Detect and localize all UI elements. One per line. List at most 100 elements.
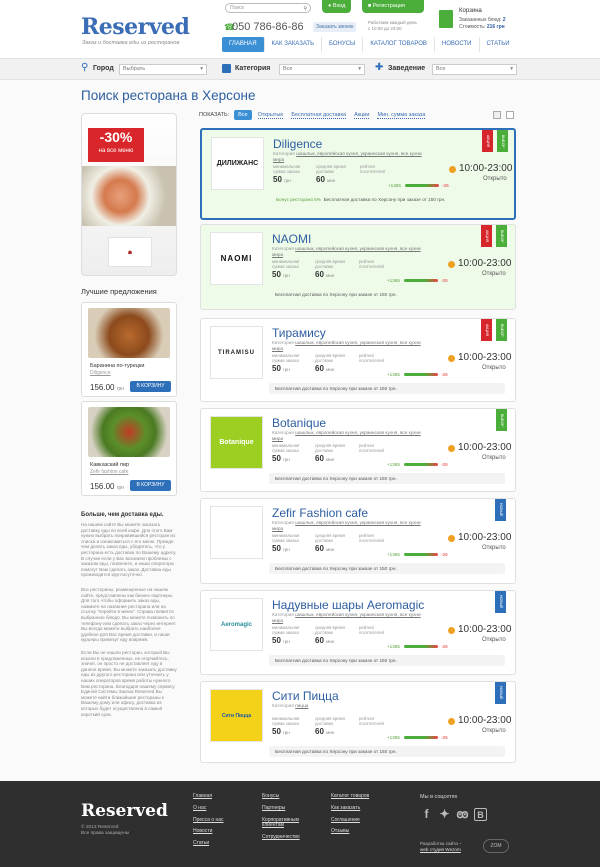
footer-link-bonuses[interactable]: Бонусы — [262, 793, 320, 800]
article-title: Больше, чем доставка еды. — [81, 512, 164, 518]
categories-value[interactable]: шашлык, европейская кухня, украинская ку… — [272, 430, 421, 441]
category-value: Все — [283, 66, 293, 72]
open-status: Открыто — [483, 176, 507, 182]
min-sum-label: минимальная сумма заказа — [273, 164, 300, 175]
nav-catalog[interactable]: КАТАЛОГ ТОВАРОВ — [363, 37, 435, 52]
facebook-icon[interactable]: f — [420, 808, 433, 821]
restaurant-logo[interactable] — [210, 506, 263, 559]
restaurant-card[interactable]: NAOMI NAOMI Категория шашлык, европейская … — [200, 224, 516, 310]
search-input[interactable]: Поиск ⚲ — [225, 3, 311, 13]
category-select[interactable]: Все ▾ — [279, 64, 365, 75]
categories-value[interactable]: шашлык, европейская кухня, украинская ку… — [272, 246, 421, 257]
odnoklassniki-icon[interactable]: ꙭ — [456, 808, 469, 821]
restaurant-logo[interactable]: NAOMI — [210, 232, 263, 285]
list-view-icon[interactable] — [493, 111, 501, 119]
restaurant-logo[interactable]: Aeromagic — [210, 598, 263, 651]
grid-view-icon[interactable] — [506, 111, 514, 119]
restaurant-name[interactable]: Надувные шары Aeromagic — [272, 598, 424, 612]
site-logo[interactable]: Reserved — [81, 14, 190, 40]
offer-name[interactable]: Баранина по-турецки — [90, 363, 144, 369]
restaurant-card[interactable]: Aeromagic Надувные шары Aeromagic Категори… — [200, 590, 516, 675]
categories-value[interactable]: шашлык, европейская кухня, украинская ку… — [272, 612, 421, 623]
nav-articles[interactable]: СТАТЬИ — [480, 37, 517, 52]
footer-link-news[interactable]: Новости — [193, 829, 224, 835]
offer-restaurant-link[interactable]: Diligence — [90, 370, 111, 376]
delivery-text: Бесплатная доставка по Херсону при заказ… — [275, 566, 397, 571]
categories-value[interactable]: пицца — [295, 703, 308, 708]
restaurant-name[interactable]: Сити Пицца — [272, 689, 339, 703]
footer-link-cooperation[interactable]: Сотрудничество — [262, 834, 320, 841]
show-free-delivery-tab[interactable]: Бесплатная доставка — [291, 112, 347, 119]
avg-time-value: 60 мин — [315, 270, 334, 279]
restaurant-logo[interactable]: Botanique — [210, 416, 263, 469]
restaurant-logo[interactable]: ДИЛИЖАНС — [211, 137, 264, 190]
footer-link-press[interactable]: Пресса о нас — [193, 817, 224, 824]
city-select[interactable]: Выбрать ▾ — [119, 64, 207, 75]
footer-link-how-to-order[interactable]: Как заказать — [331, 805, 369, 812]
restaurant-name[interactable]: NAOMI — [272, 232, 311, 246]
restaurant-logo[interactable]: TIRAMISU — [210, 326, 263, 379]
promo-restaurant-logo: ☗ — [108, 237, 152, 267]
restaurant-name[interactable]: Zefir Fashion cafe — [272, 506, 368, 520]
footer-logo[interactable]: Reserved — [81, 801, 168, 821]
restaurant-name[interactable]: Diligence — [273, 137, 322, 151]
avg-time-label: средняя время доставки — [315, 353, 345, 364]
restaurant-card[interactable]: Сити Пицца Сити Пицца Категория пицца миним… — [200, 681, 516, 763]
vkontakte-icon[interactable]: B — [474, 808, 487, 821]
show-promo-tab[interactable]: Акции — [354, 112, 370, 119]
min-sum-label-line: сумма заказа — [273, 168, 300, 174]
restaurant-card[interactable]: ДИЛИЖАНС Diligence Категория шашлык, европ… — [200, 128, 516, 220]
bonus-text: Бонус ресторана 5% — [276, 197, 321, 202]
copyright-line: Все права защищены — [81, 831, 130, 836]
offer-restaurant-link[interactable]: Zefir fashion cafe — [90, 469, 128, 475]
footer-link-articles[interactable]: Статьи — [193, 840, 224, 847]
nav-news[interactable]: НОВОСТИ — [435, 37, 480, 52]
restaurant-categories: Категория шашлык, европейская кухня, укр… — [272, 612, 422, 623]
categories-value[interactable]: шашлык, европейская кухня, украинская ку… — [272, 520, 421, 531]
nav-how-to-order[interactable]: КАК ЗАКАЗАТЬ — [265, 37, 323, 52]
twitter-icon[interactable]: ✦ — [438, 808, 451, 821]
categories-value[interactable]: шашлык, европейская кухня, украинская ку… — [273, 151, 422, 162]
register-button[interactable]: ■ Регистрация — [362, 0, 424, 13]
show-all-tab[interactable]: Все — [234, 110, 252, 120]
login-button[interactable]: ● Вход — [322, 0, 352, 13]
restaurant-card[interactable]: Zefir Fashion cafe Категория шашлык, евро… — [200, 498, 516, 584]
footer-link-home[interactable]: Главная — [193, 793, 224, 800]
order-call-button[interactable]: Заказать звонок — [313, 22, 357, 32]
delivery-text: Бесплатная доставка по Херсону при заказ… — [275, 476, 397, 481]
offer-image[interactable] — [88, 308, 170, 358]
promo-banner[interactable]: -30% на все меню ☗ — [81, 113, 177, 276]
footer-link-agreement[interactable]: Соглашение — [331, 817, 369, 824]
status-ribbon: ВЫБОР — [496, 225, 507, 247]
show-open-tab[interactable]: Открытые — [257, 112, 284, 119]
place-select[interactable]: Все ▾ — [432, 64, 517, 75]
restaurant-logo[interactable]: Сити Пицца — [210, 689, 263, 742]
developer-link[interactable]: web студия Wezom — [420, 847, 461, 852]
min-sum-label: минимальная сумма заказа — [272, 716, 299, 727]
show-min-sum-tab[interactable]: Мин. сумма заказа — [377, 112, 426, 119]
footer-link-partners[interactable]: Партнеры — [262, 805, 320, 812]
phone-number[interactable]: 050 786-86-86 — [232, 21, 304, 33]
nav-bonuses[interactable]: БОНУСЫ — [322, 37, 364, 52]
add-to-cart-button[interactable]: В КОРЗИНУ — [130, 480, 171, 491]
footer-link-corporate[interactable]: Корпоративным клиентам — [262, 817, 320, 830]
cart-icon[interactable] — [439, 10, 453, 28]
restaurant-name[interactable]: Тирамису — [272, 326, 326, 340]
offer-name[interactable]: Кавказский пир — [90, 462, 129, 468]
footer-link-catalog[interactable]: Каталог товаров — [331, 793, 369, 800]
add-to-cart-button[interactable]: В КОРЗИНУ — [130, 381, 171, 392]
developer-logo[interactable]: ZOM — [483, 839, 509, 853]
clock-icon — [448, 355, 455, 362]
categories-value[interactable]: шашлык, европейская кухня, украинская ку… — [272, 340, 421, 351]
cart-items-value: 2 — [502, 17, 506, 23]
restaurant-card[interactable]: Botanique Botanique Категория шашлык, евро… — [200, 408, 516, 492]
nav-home[interactable]: ГЛАВНАЯ — [222, 37, 265, 52]
search-icon[interactable]: ⚲ — [303, 5, 307, 13]
cart-title[interactable]: Корзина — [459, 8, 482, 14]
footer-link-about[interactable]: О нас — [193, 805, 224, 812]
avg-time-label: средняя время доставки — [315, 443, 345, 454]
offer-image[interactable] — [88, 407, 170, 457]
restaurant-card[interactable]: TIRAMISU Тирамису Категория шашлык, европе… — [200, 318, 516, 402]
restaurant-name[interactable]: Botanique — [272, 416, 326, 430]
footer-link-reviews[interactable]: Отзывы — [331, 829, 369, 835]
